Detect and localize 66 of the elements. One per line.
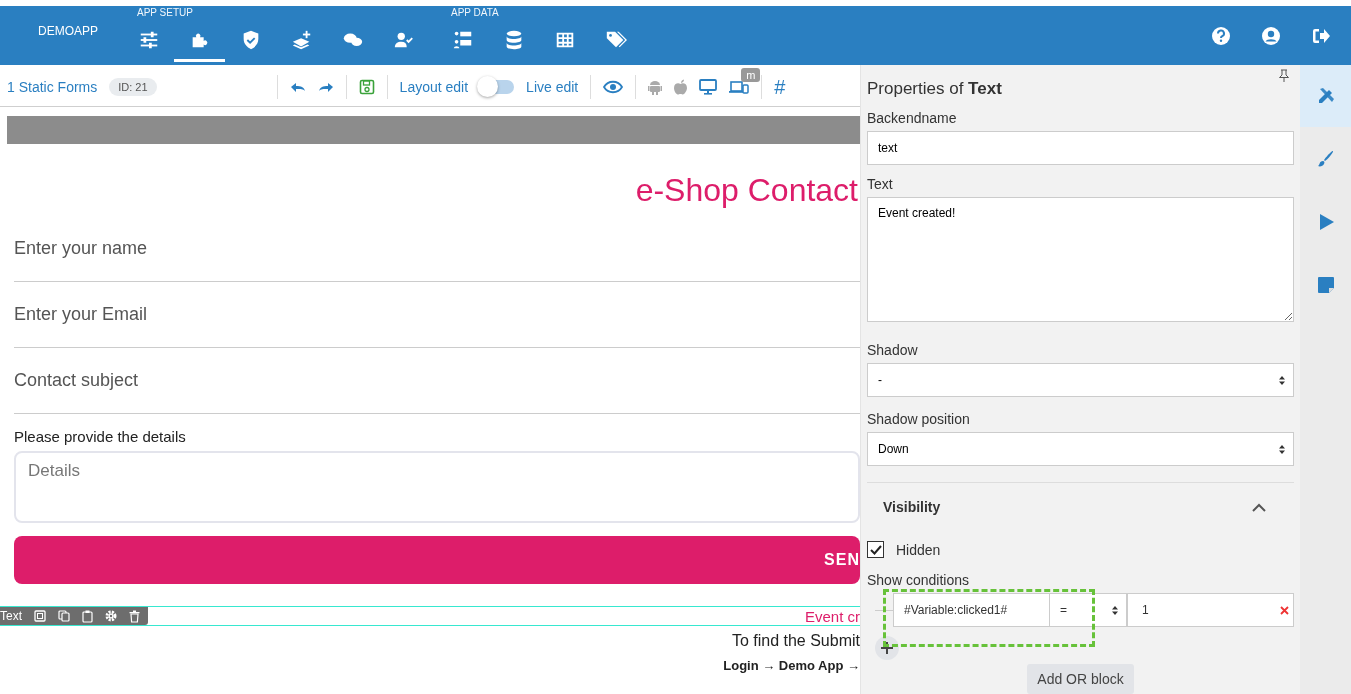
list-icon (451, 29, 474, 51)
nav-group-label: APP DATA (450, 8, 500, 20)
duplicate-icon[interactable] (34, 610, 46, 622)
apple-icon[interactable] (674, 79, 688, 95)
send-button[interactable]: SEN (14, 536, 860, 584)
id-badge: ID: 21 (109, 78, 157, 96)
breadcrumb-link[interactable]: 1 Static Forms (7, 79, 98, 95)
note-icon (1315, 275, 1336, 295)
field-label: Shadow (867, 342, 919, 358)
brush-icon (1315, 149, 1336, 169)
shadow-position-select[interactable]: Down (867, 432, 1294, 466)
form-title: e-Shop Contact (634, 172, 858, 210)
save-icon[interactable] (358, 79, 375, 95)
hidden-checkbox[interactable] (867, 541, 884, 558)
trash-icon[interactable] (129, 609, 140, 623)
add-or-block-button[interactable]: Add OR block (1027, 664, 1134, 694)
form-input[interactable]: Contact subject (14, 348, 860, 414)
shadow-select[interactable]: - (867, 363, 1294, 397)
help-icon[interactable] (1211, 25, 1231, 46)
clipboard-icon[interactable] (82, 609, 93, 623)
value-field[interactable]: 1 (1127, 593, 1294, 627)
device-badge: m (741, 68, 761, 82)
pin-icon[interactable] (1278, 69, 1290, 83)
event-text: Event cr (804, 607, 860, 625)
variable-field[interactable]: #Variable:clicked1# (893, 593, 1050, 627)
panel-title: Properties of Text (867, 79, 1003, 99)
navigation-path: Login → Demo App → (722, 658, 860, 673)
form-input[interactable]: Enter your Email (14, 282, 860, 348)
field-label: Backendname (867, 110, 958, 126)
desktop-icon[interactable] (699, 79, 718, 95)
close-icon[interactable] (1280, 605, 1289, 615)
section-title: Visibility (883, 499, 941, 515)
sort-icon (1279, 375, 1285, 385)
nav-group-label: APP SETUP (136, 8, 194, 20)
settings-icon[interactable] (105, 610, 117, 622)
layout-edit-label: Layout edit (399, 79, 469, 95)
layers-plus-icon (290, 29, 313, 51)
operator-select[interactable]: = (1050, 593, 1127, 627)
details-textarea[interactable]: Details (14, 451, 860, 523)
conditions-label: Show conditions (867, 572, 970, 588)
hash-button[interactable]: # (774, 75, 786, 99)
tablet-laptop-icon[interactable] (729, 80, 750, 94)
check-icon (869, 544, 882, 555)
checkbox-label: Hidden (896, 541, 941, 558)
add-condition-button[interactable] (875, 636, 899, 660)
info-text: To find the Submit (730, 632, 860, 650)
text-content-area[interactable]: Event created! (867, 197, 1294, 322)
redo-icon[interactable] (317, 81, 334, 93)
element-type-label: Text (0, 609, 22, 623)
android-icon[interactable] (648, 79, 663, 95)
live-edit-label: Live edit (526, 79, 579, 95)
backendname-input[interactable]: text (867, 131, 1294, 165)
undo-icon[interactable] (289, 81, 306, 93)
copy-icon[interactable] (58, 610, 70, 622)
eye-icon[interactable] (603, 80, 624, 94)
sort-icon (1279, 444, 1285, 454)
user-icon[interactable] (1261, 25, 1281, 46)
field-label: Text (867, 176, 894, 192)
sort-icon (1112, 605, 1118, 615)
form-input[interactable]: Enter your name (14, 216, 860, 282)
selected-text-element[interactable]: Text Event cr (0, 606, 860, 626)
side-tab[interactable] (1300, 65, 1351, 127)
field-label: Shadow position (867, 411, 971, 427)
app-brand[interactable]: DEMOAPP (38, 24, 123, 65)
chevron-icon[interactable] (1252, 502, 1266, 512)
details-label: Please provide the details (14, 428, 187, 445)
